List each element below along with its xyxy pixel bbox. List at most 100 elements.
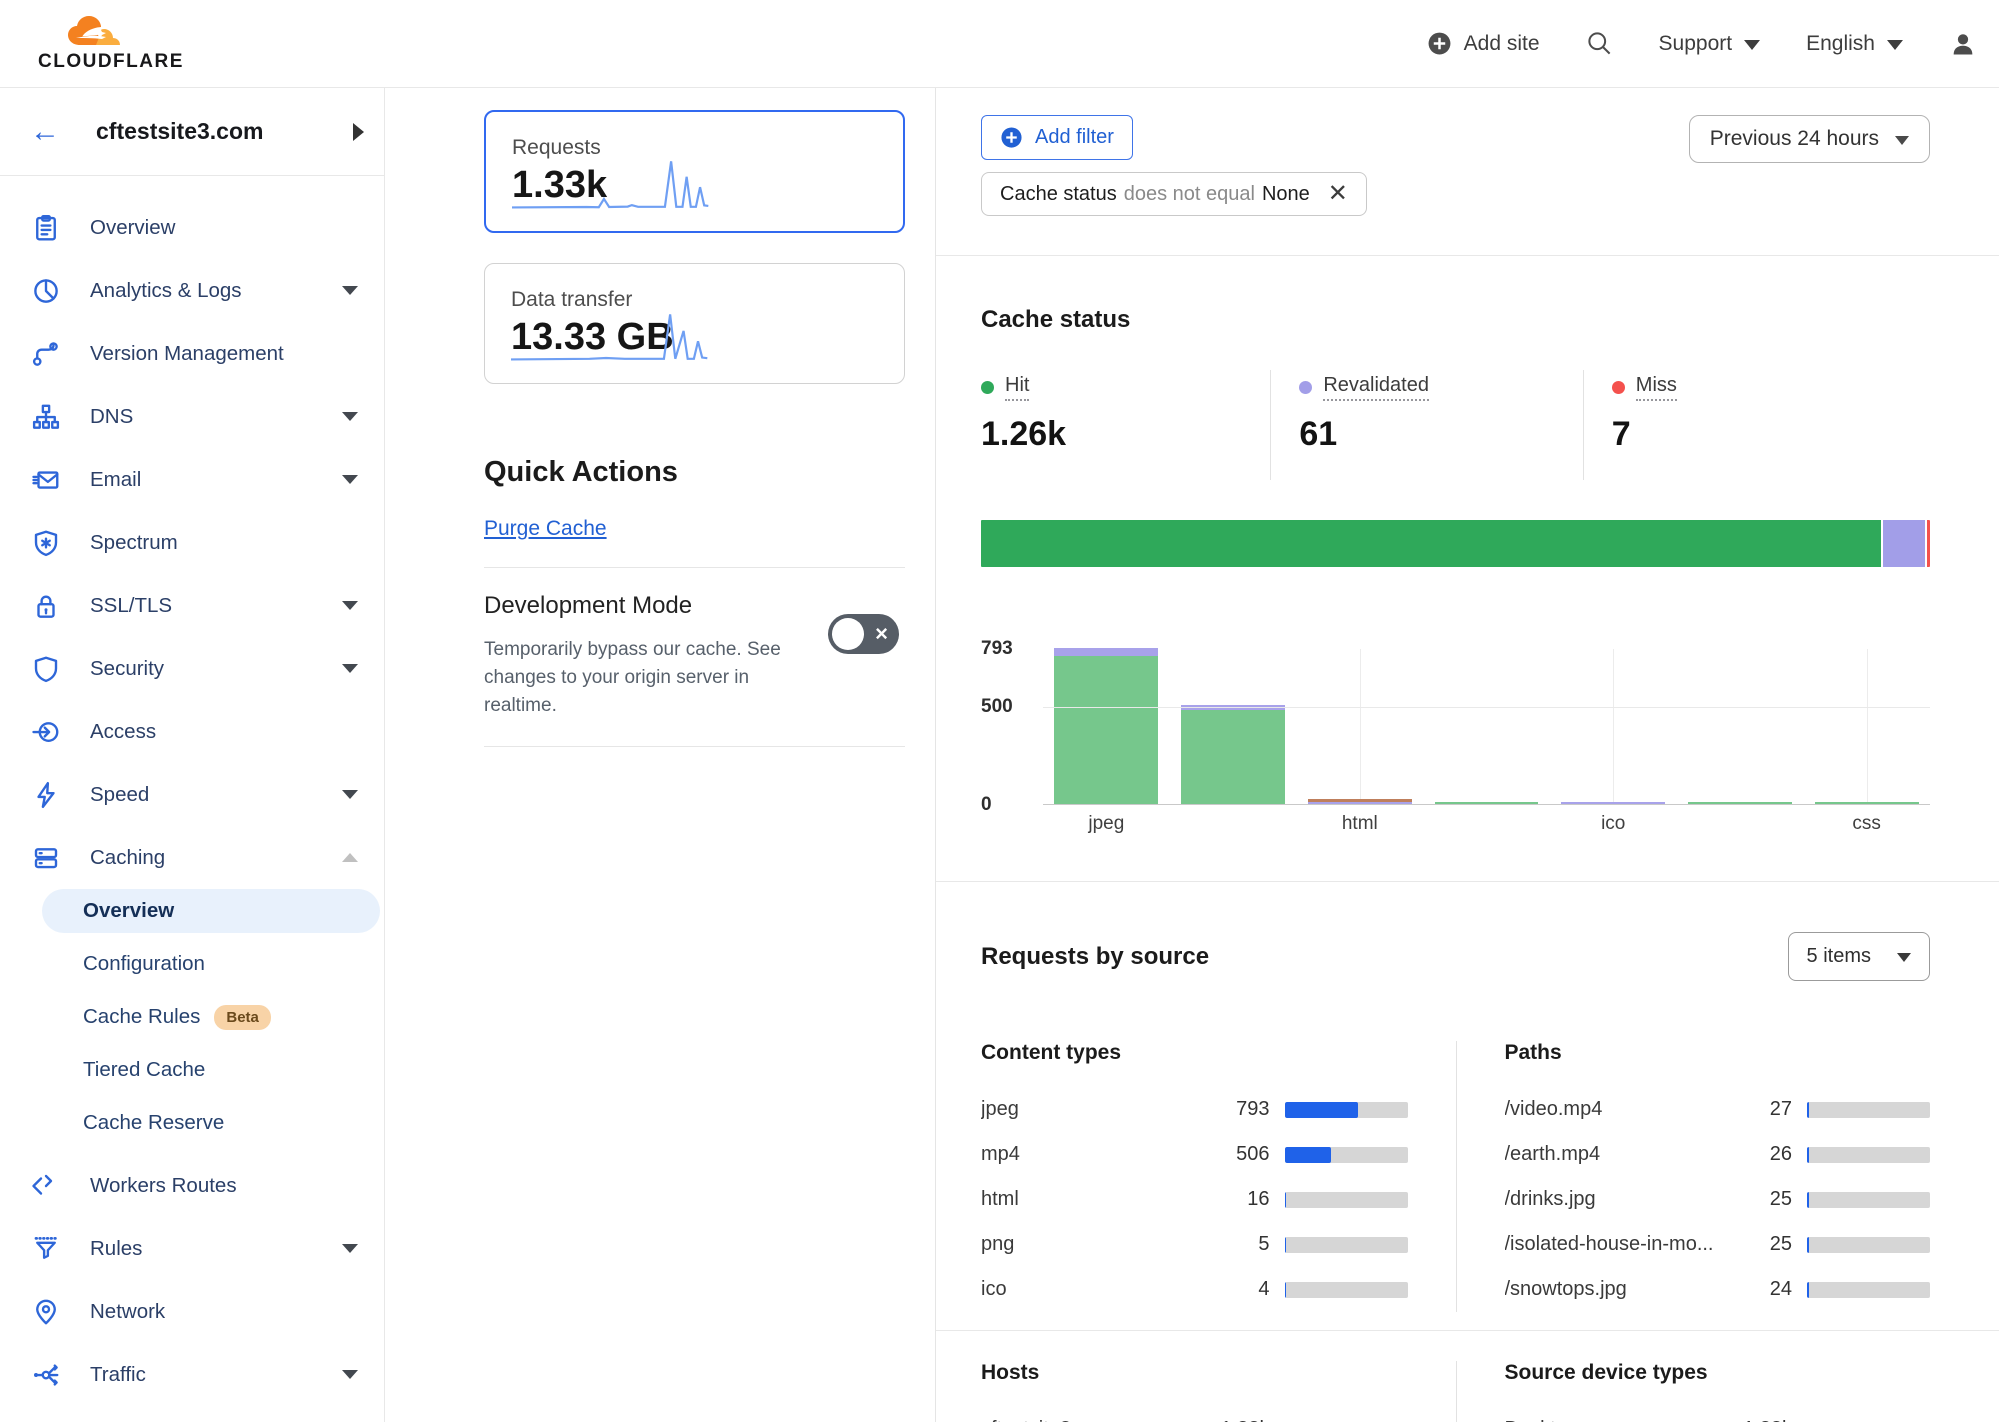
row-bar-track <box>1285 1192 1408 1208</box>
chart-x-axis-labels: jpeghtmlicocss <box>1043 813 1930 835</box>
sidebar-item-access[interactable]: Access <box>0 700 384 763</box>
data-transfer-card[interactable]: Data transfer 13.33 GB <box>484 263 905 384</box>
items-count-dropdown[interactable]: 5 items <box>1788 932 1930 981</box>
sidebar-item-analytics-logs[interactable]: Analytics & Logs <box>0 259 384 322</box>
sidebar-item-label: DNS <box>90 405 342 429</box>
envelope-icon <box>30 464 62 496</box>
sidebar-subitem-cache-rules[interactable]: Cache RulesBeta <box>42 995 380 1039</box>
chart-bar-jpeg <box>1043 649 1170 804</box>
sidebar-item-version-management[interactable]: Version Management <box>0 322 384 385</box>
source-tables: Content types jpeg 793 mp4 506 html 16 p… <box>981 1041 1930 1312</box>
requests-card[interactable]: Requests 1.33k <box>484 110 905 233</box>
sidebar-item-workers-routes[interactable]: Workers Routes <box>0 1154 384 1217</box>
add-filter-label: Add filter <box>1035 126 1114 149</box>
x-axis-tick-label <box>1677 813 1804 835</box>
sidebar-item-label: Security <box>90 657 342 681</box>
sidebar-subitem-overview[interactable]: Overview <box>42 889 380 933</box>
language-label: English <box>1806 32 1875 56</box>
sidebar-subitem-label: Cache Rules <box>83 1005 200 1029</box>
sidebar-item-overview[interactable]: Overview <box>0 196 384 259</box>
sidebar-subitem-tiered-cache[interactable]: Tiered Cache <box>42 1048 380 1092</box>
row-value: 26 <box>1722 1143 1792 1166</box>
shield-icon <box>30 653 62 685</box>
items-count-label: 5 items <box>1807 945 1871 968</box>
sidebar-subitem-label: Overview <box>83 899 174 923</box>
chevron-down-icon <box>342 475 358 484</box>
table-row: /snowtops.jpg 24 <box>1505 1267 1931 1312</box>
sidebar-item-rules[interactable]: Rules <box>0 1217 384 1280</box>
sidebar-item-network[interactable]: Network <box>0 1280 384 1343</box>
sidebar-item-custom-pages[interactable]: Custom Pages <box>0 1406 384 1422</box>
search-icon[interactable] <box>1586 30 1613 57</box>
sidebar-subitem-cache-reserve[interactable]: Cache Reserve <box>42 1101 380 1145</box>
add-filter-button[interactable]: Add filter <box>981 115 1133 160</box>
development-mode-title: Development Mode <box>484 592 828 620</box>
pie-icon <box>30 275 62 307</box>
table-paths: Paths /video.mp4 27 /earth.mp4 26 /drink… <box>1456 1041 1931 1312</box>
support-label: Support <box>1659 32 1733 56</box>
table-title: Source device types <box>1505 1361 1931 1385</box>
support-menu[interactable]: Support <box>1659 32 1761 56</box>
site-switcher-caret-icon[interactable] <box>353 123 364 141</box>
stat-revalidated: Revalidated 61 <box>1270 370 1582 480</box>
table-row: /drinks.jpg 25 <box>1505 1177 1931 1222</box>
y-axis-tick-label: 0 <box>981 794 1029 816</box>
x-axis-tick-label <box>1423 813 1550 835</box>
stat-label[interactable]: Miss <box>1636 374 1677 401</box>
row-label: mp4 <box>981 1143 1200 1166</box>
cache-status-stats: Hit 1.26k Revalidated 61 Miss 7 <box>981 370 1930 480</box>
cloudflare-logo[interactable]: CLOUDFLARE <box>38 15 184 73</box>
cache-status-section: Cache status Hit 1.26k Revalidated 61 Mi… <box>936 256 1999 843</box>
code-icon <box>30 1170 62 1202</box>
remove-filter-icon[interactable]: ✕ <box>1328 182 1348 206</box>
sidebar-item-speed[interactable]: Speed <box>0 763 384 826</box>
language-menu[interactable]: English <box>1806 32 1903 56</box>
sidebar-item-label: SSL/TLS <box>90 594 342 618</box>
table-row: mp4 506 <box>981 1132 1408 1177</box>
sidebar-item-traffic[interactable]: Traffic <box>0 1343 384 1406</box>
sidebar-subitem-label: Configuration <box>83 952 205 976</box>
row-bar-fill <box>1807 1282 1809 1298</box>
row-bar-fill <box>1807 1192 1809 1208</box>
sidebar-item-spectrum[interactable]: Spectrum <box>0 511 384 574</box>
table-row: jpeg 793 <box>981 1087 1408 1132</box>
bar-segment-revalidated <box>1561 802 1665 804</box>
funnel-icon <box>30 1233 62 1265</box>
row-bar-fill <box>1807 1102 1809 1118</box>
stacked-segment-miss <box>1925 520 1930 567</box>
sidebar-item-caching[interactable]: Caching <box>0 826 384 889</box>
filter-chip[interactable]: Cache status does not equal None ✕ <box>981 172 1367 216</box>
sidebar-subitem-configuration[interactable]: Configuration <box>42 942 380 986</box>
table-row: png 5 <box>981 1222 1408 1267</box>
row-bar-fill <box>1285 1102 1358 1118</box>
row-bar-fill <box>1807 1147 1809 1163</box>
purge-cache-link[interactable]: Purge Cache <box>484 517 607 541</box>
add-site-button[interactable]: Add site <box>1427 31 1540 56</box>
share-icon <box>30 1359 62 1391</box>
development-mode-toggle[interactable]: × <box>828 614 899 654</box>
row-label: /drinks.jpg <box>1505 1188 1723 1211</box>
time-range-dropdown[interactable]: Previous 24 hours <box>1689 115 1930 163</box>
pin-icon <box>30 1296 62 1328</box>
stat-label[interactable]: Hit <box>1005 374 1029 401</box>
chevron-down-icon <box>1744 40 1760 50</box>
back-arrow-icon[interactable]: ← <box>30 117 60 147</box>
chart-bar-html <box>1296 649 1423 804</box>
sidebar-item-email[interactable]: Email <box>0 448 384 511</box>
table-row: html 16 <box>981 1177 1408 1222</box>
quick-actions-title: Quick Actions <box>484 456 905 489</box>
stat-label[interactable]: Revalidated <box>1323 374 1429 401</box>
filter-bar: Add filter Cache status does not equal N… <box>936 88 1999 255</box>
chevron-down-icon <box>342 790 358 799</box>
status-dot <box>1612 381 1625 394</box>
sidebar-item-dns[interactable]: DNS <box>0 385 384 448</box>
row-bar-track <box>1807 1102 1930 1118</box>
sidebar-item-label: Speed <box>90 783 342 807</box>
sidebar-item-security[interactable]: Security <box>0 637 384 700</box>
sidebar-item-ssl-tls[interactable]: SSL/TLS <box>0 574 384 637</box>
x-axis-tick-label: ico <box>1550 813 1677 835</box>
bar-segment-revalidated <box>1054 648 1158 656</box>
user-icon[interactable] <box>1949 30 1977 58</box>
row-label: /earth.mp4 <box>1505 1143 1723 1166</box>
chart-plot-area <box>1043 649 1930 805</box>
